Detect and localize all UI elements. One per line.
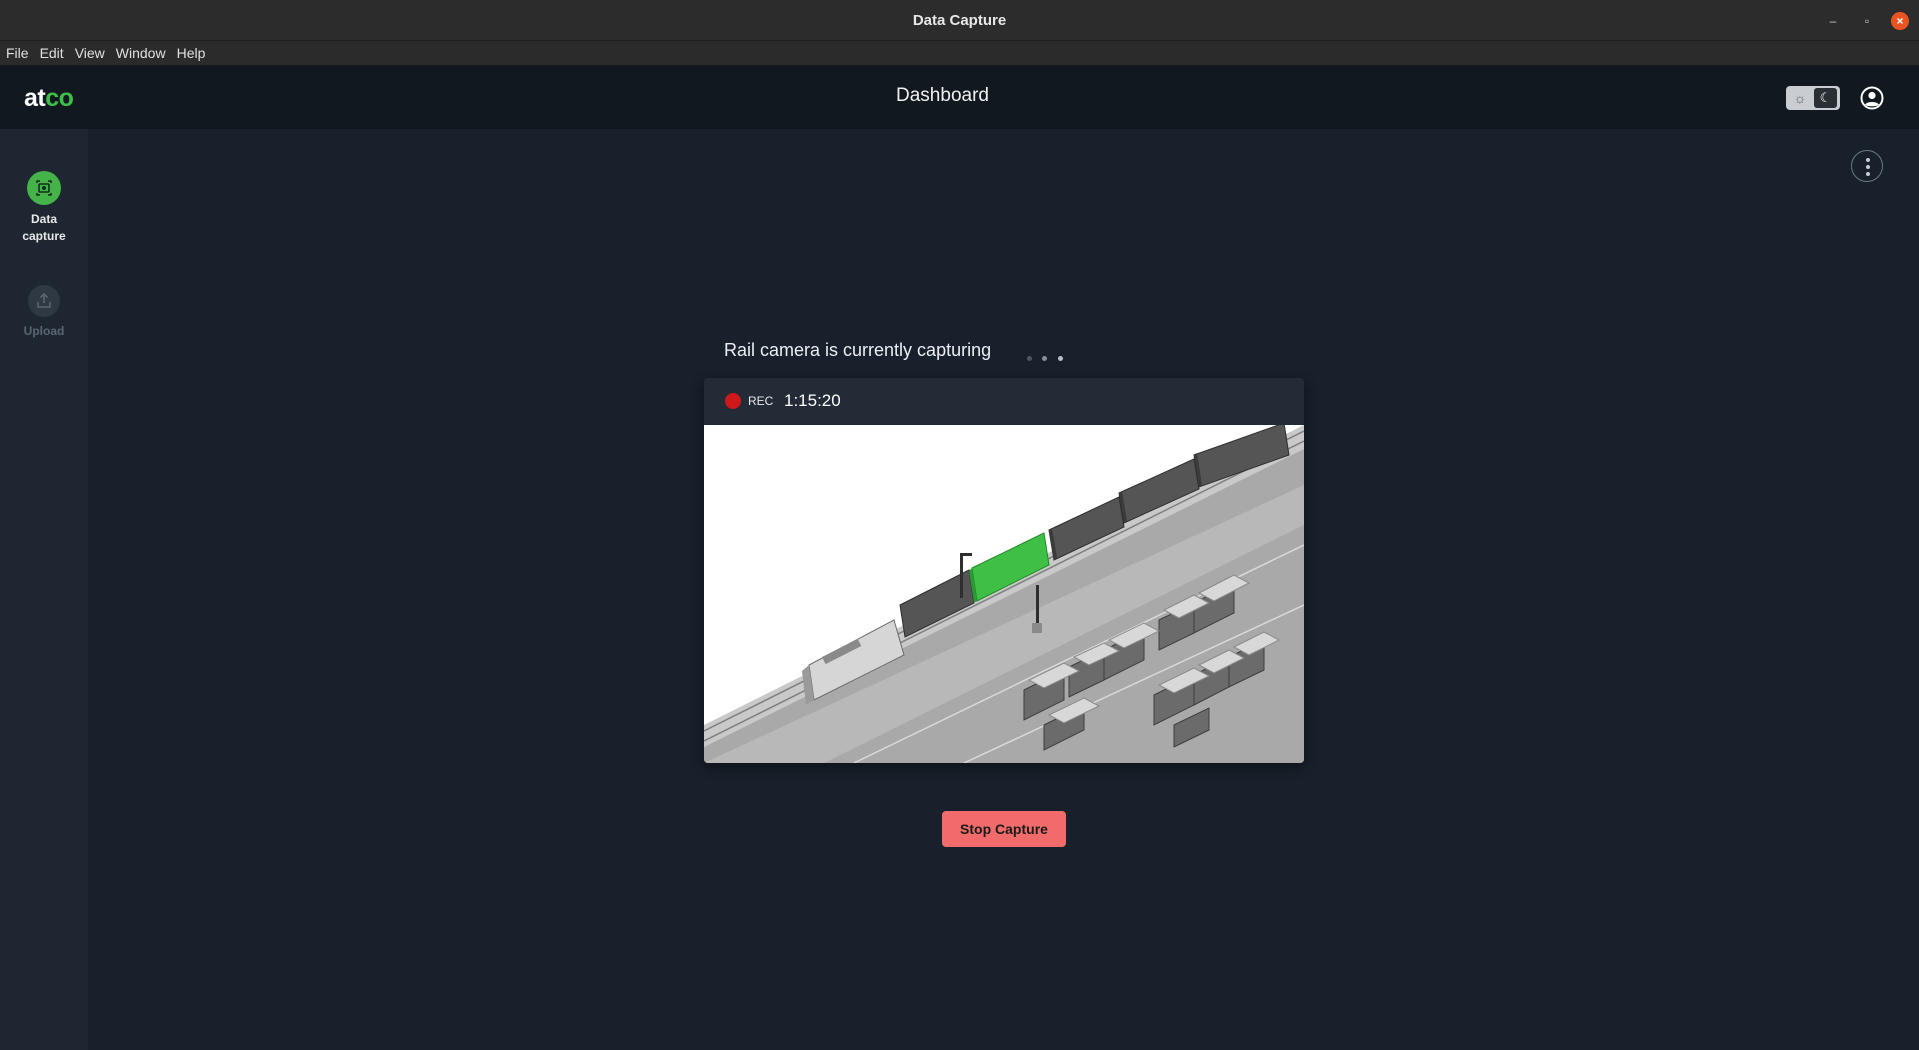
capture-status-text: Rail camera is currently capturing bbox=[724, 340, 992, 360]
minimize-icon[interactable]: – bbox=[1824, 12, 1842, 30]
menu-window[interactable]: Window bbox=[116, 45, 166, 61]
recording-dot-icon bbox=[725, 393, 741, 409]
more-vertical-icon[interactable] bbox=[1851, 150, 1883, 182]
sidebar-item-label: capture bbox=[22, 229, 66, 243]
user-circle-icon[interactable] bbox=[1860, 86, 1884, 110]
sun-icon[interactable]: ☼ bbox=[1789, 89, 1811, 107]
sidebar: Data capture Upload bbox=[0, 129, 88, 1050]
stop-capture-button[interactable]: Stop Capture bbox=[942, 811, 1066, 847]
upload-icon bbox=[28, 285, 60, 317]
recording-bar: REC 1:15:20 bbox=[704, 378, 1304, 425]
menu-help[interactable]: Help bbox=[177, 45, 206, 61]
page-title: Dashboard bbox=[896, 85, 989, 106]
moon-icon[interactable]: ☾ bbox=[1814, 88, 1837, 108]
rail-camera-preview bbox=[704, 422, 1304, 763]
window-title: Data Capture bbox=[912, 12, 1007, 29]
close-icon[interactable]: × bbox=[1891, 12, 1909, 30]
sidebar-item-upload[interactable]: Upload bbox=[0, 285, 88, 340]
menu-file[interactable]: File bbox=[6, 45, 29, 61]
app-header: atco Dashboard ☼ ☾ bbox=[0, 65, 1919, 129]
camera-scan-icon bbox=[27, 171, 61, 205]
menu-edit[interactable]: Edit bbox=[40, 45, 64, 61]
menu-view[interactable]: View bbox=[75, 45, 105, 61]
sidebar-item-label: Upload bbox=[23, 324, 65, 338]
camera-feed-card: REC 1:15:20 bbox=[704, 378, 1304, 763]
rec-label: REC bbox=[748, 394, 774, 408]
recording-timer: 1:15:20 bbox=[784, 391, 841, 410]
maximize-icon[interactable]: ▫ bbox=[1858, 12, 1876, 30]
os-titlebar: Data Capture – ▫ × bbox=[0, 0, 1919, 41]
theme-toggle[interactable]: ☼ ☾ bbox=[1786, 86, 1840, 110]
menubar: File Edit View Window Help bbox=[0, 41, 1919, 65]
sidebar-item-label: Data bbox=[30, 212, 57, 226]
sidebar-item-data-capture[interactable]: Data capture bbox=[0, 171, 88, 245]
